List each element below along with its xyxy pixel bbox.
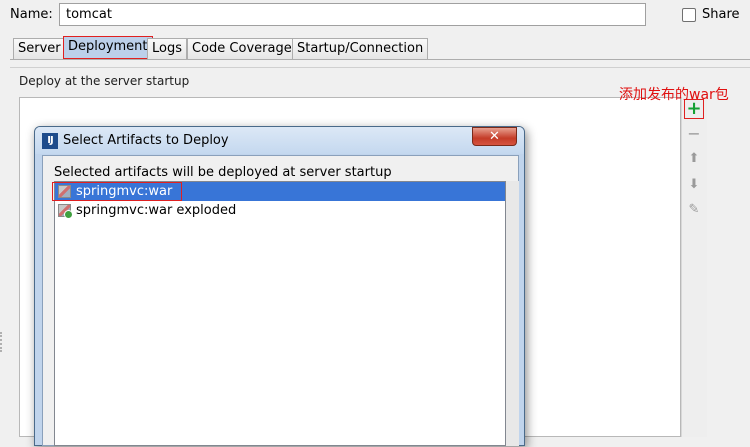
move-up-icon[interactable]: ⬆ bbox=[684, 149, 704, 169]
edit-icon[interactable]: ✎ bbox=[684, 200, 704, 220]
list-item-artifact-war-exploded[interactable]: springmvc:war exploded bbox=[55, 201, 505, 220]
dialog-title: Select Artifacts to Deploy bbox=[63, 133, 229, 148]
tab-server[interactable]: Server bbox=[13, 38, 66, 59]
share-checkbox[interactable] bbox=[682, 8, 696, 22]
tab-strip-divider bbox=[10, 59, 750, 60]
dialog-description: Selected artifacts will be deployed at s… bbox=[54, 165, 392, 180]
intellij-app-icon: IJ bbox=[42, 133, 58, 149]
artifact-list[interactable] bbox=[54, 181, 506, 446]
tab-startup-connection[interactable]: Startup/Connection bbox=[292, 38, 429, 59]
tab-logs[interactable]: Logs bbox=[147, 38, 187, 59]
deploy-toolbar bbox=[681, 97, 707, 437]
name-label: Name: bbox=[10, 7, 53, 22]
tab-code-coverage[interactable]: Code Coverage bbox=[187, 38, 297, 59]
artifact-label: springmvc:war exploded bbox=[76, 203, 237, 218]
deploy-group-label: Deploy at the server startup bbox=[19, 74, 190, 88]
move-down-icon[interactable]: ⬇ bbox=[684, 175, 704, 195]
artifact-list-scrollbar[interactable] bbox=[506, 181, 519, 446]
name-field[interactable]: tomcat bbox=[59, 3, 646, 26]
remove-icon[interactable]: − bbox=[684, 124, 704, 144]
close-icon[interactable]: ✕ bbox=[472, 127, 517, 146]
artifact-exploded-icon bbox=[58, 204, 73, 219]
share-label[interactable]: Share bbox=[702, 7, 740, 22]
splitter-handle[interactable] bbox=[0, 332, 3, 352]
tab-deployment[interactable]: Deployment bbox=[63, 36, 153, 59]
annotation-note: 添加发布的war包 bbox=[619, 87, 729, 103]
annotation-highlight-box bbox=[52, 182, 182, 201]
